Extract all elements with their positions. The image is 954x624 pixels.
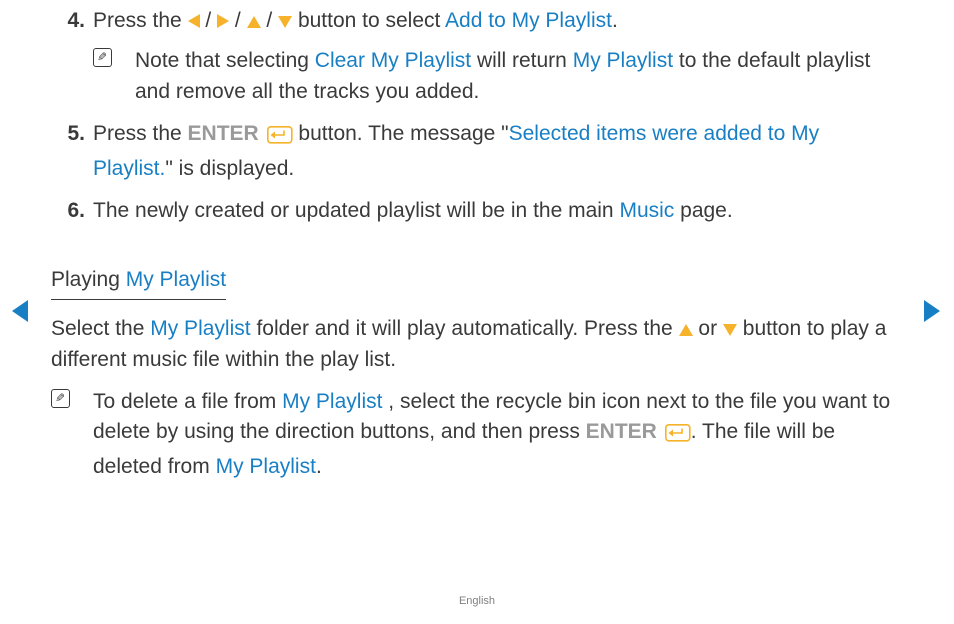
step-4-sep-3: / <box>266 9 278 32</box>
enter-label: ENTER <box>586 420 657 443</box>
note4-text-b: will return <box>477 49 573 72</box>
step-6-highlight: Music <box>619 199 674 222</box>
manual-page-content: 4. Press the / / / button to select Add … <box>51 6 903 492</box>
note4-h1: Clear My Playlist <box>315 49 471 72</box>
p1-a: Select the <box>51 317 150 340</box>
p1-c: or <box>698 317 723 340</box>
step-5-text-c: " is displayed. <box>165 157 294 180</box>
arrow-up-icon <box>247 16 261 28</box>
p1-b: folder and it will play automatically. P… <box>256 317 678 340</box>
p1-h1: My Playlist <box>150 317 250 340</box>
arrow-right-icon <box>217 14 229 28</box>
snote-a: To delete a file from <box>93 390 282 413</box>
arrow-left-icon <box>188 14 200 28</box>
step-number: 5. <box>51 119 85 149</box>
step-number: 4. <box>51 6 85 36</box>
step-4-note: Note that selecting Clear My Playlist wi… <box>93 46 903 107</box>
snote-d: . <box>316 455 322 478</box>
step-4-highlight: Add to My Playlist <box>445 9 612 32</box>
heading-highlight: My Playlist <box>126 268 226 291</box>
arrow-down-icon <box>723 324 737 336</box>
step-4-sep-2: / <box>235 9 247 32</box>
section-paragraph: Select the My Playlist folder and it wil… <box>51 314 903 375</box>
snote-h2: My Playlist <box>216 455 316 478</box>
section-heading: Playing My Playlist <box>51 265 226 300</box>
enter-label: ENTER <box>188 122 259 145</box>
step-6-text-b: page. <box>680 199 733 222</box>
step-6-text-a: The newly created or updated playlist wi… <box>93 199 619 222</box>
step-4-text-b: button to select <box>298 9 445 32</box>
enter-key-icon <box>267 123 293 153</box>
note4-text-a: Note that selecting <box>135 49 315 72</box>
step-number: 6. <box>51 196 85 226</box>
nav-prev-button[interactable] <box>12 300 28 331</box>
step-4: 4. Press the / / / button to select Add … <box>51 6 903 107</box>
note-icon <box>93 48 112 67</box>
step-5-text-a: Press the <box>93 122 188 145</box>
step-5-text-b: button. The message " <box>298 122 508 145</box>
step-5: 5. Press the ENTER button. The message "… <box>51 119 903 184</box>
arrow-down-icon <box>278 16 292 28</box>
nav-next-button[interactable] <box>924 300 940 331</box>
numbered-steps: 4. Press the / / / button to select Add … <box>51 6 903 227</box>
note4-h2: My Playlist <box>573 49 673 72</box>
arrow-up-icon <box>679 324 693 336</box>
enter-key-icon <box>665 421 691 451</box>
heading-text: Playing <box>51 268 126 291</box>
note-icon <box>51 389 70 408</box>
step-4-period: . <box>612 9 618 32</box>
snote-h1: My Playlist <box>282 390 382 413</box>
section-note: To delete a file from My Playlist , sele… <box>51 387 903 482</box>
step-6: 6. The newly created or updated playlist… <box>51 196 903 226</box>
footer-language: English <box>0 594 954 610</box>
step-4-sep-1: / <box>205 9 217 32</box>
step-4-text-a: Press the <box>93 9 188 32</box>
